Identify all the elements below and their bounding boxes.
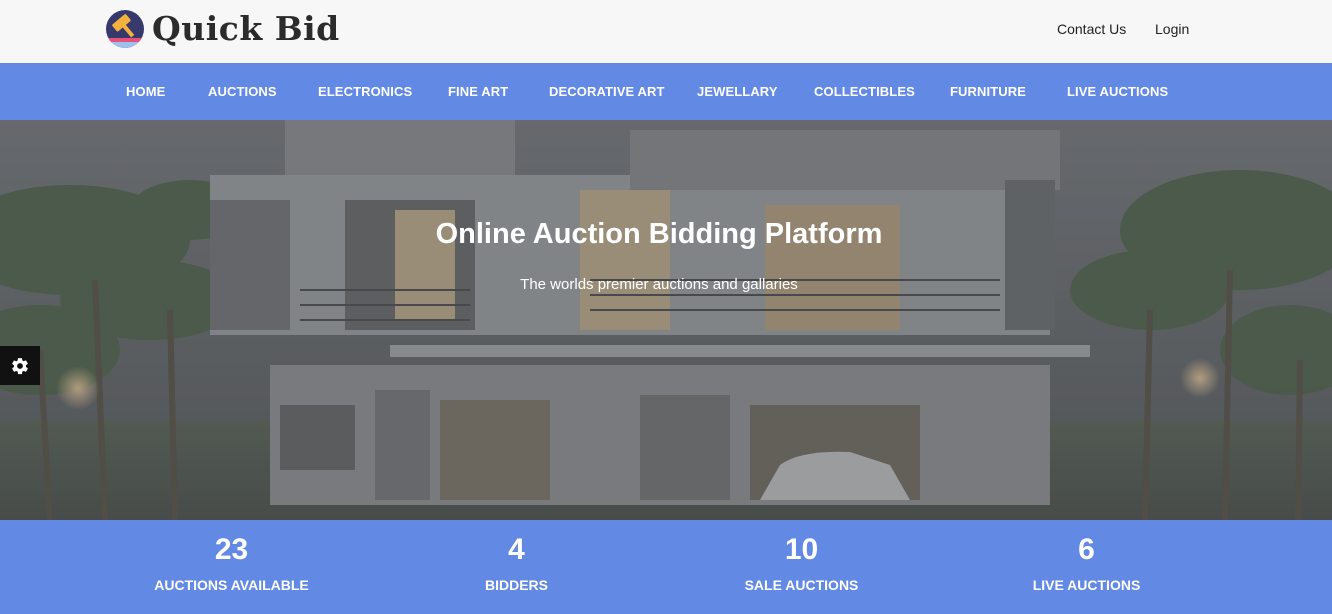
nav-fine-art[interactable]: FINE ART <box>448 63 508 120</box>
contact-us-link[interactable]: Contact Us <box>1057 20 1126 38</box>
stats-bar: 23 AUCTIONS AVAILABLE 4 BIDDERS 10 SALE … <box>0 520 1332 614</box>
gear-icon <box>12 357 28 374</box>
stat-auctions-available: 23 AUCTIONS AVAILABLE <box>89 520 374 614</box>
stat-label: BIDDERS <box>484 577 548 593</box>
stat-value: 23 <box>214 533 249 566</box>
gavel-icon <box>105 9 145 49</box>
stat-bidders: 4 BIDDERS <box>374 520 659 614</box>
main-nav: HOME AUCTIONS ELECTRONICS FINE ART DECOR… <box>0 63 1332 120</box>
stat-live-auctions: 6 LIVE AUCTIONS <box>944 520 1229 614</box>
settings-toggle-button[interactable] <box>0 346 40 385</box>
hero-subtitle: The worlds premier auctions and gallarie… <box>520 276 798 293</box>
stat-label: AUCTIONS AVAILABLE <box>154 577 309 593</box>
nav-jewellary[interactable]: JEWELLARY <box>697 63 778 120</box>
brand-name: Quick Bid <box>152 9 340 48</box>
nav-auctions[interactable]: AUCTIONS <box>208 63 277 120</box>
nav-electronics[interactable]: ELECTRONICS <box>318 63 412 120</box>
nav-home[interactable]: HOME <box>126 63 165 120</box>
stat-value: 6 <box>1078 533 1095 566</box>
top-bar: Quick Bid Contact Us Login <box>0 0 1332 63</box>
nav-collectibles[interactable]: COLLECTIBLES <box>814 63 915 120</box>
nav-decorative-art[interactable]: DECORATIVE ART <box>549 63 665 120</box>
login-link[interactable]: Login <box>1155 20 1189 38</box>
brand-logo[interactable]: Quick Bid <box>105 9 340 49</box>
stat-value: 10 <box>784 533 819 566</box>
hero-banner: Online Auction Bidding Platform The worl… <box>0 120 1332 520</box>
stat-label: SALE AUCTIONS <box>744 577 859 593</box>
stat-sale-auctions: 10 SALE AUCTIONS <box>659 520 944 614</box>
hero-title: Online Auction Bidding Platform <box>435 218 883 250</box>
stat-value: 4 <box>508 533 525 566</box>
stat-label: LIVE AUCTIONS <box>1032 577 1141 593</box>
nav-furniture[interactable]: FURNITURE <box>950 63 1026 120</box>
nav-live-auctions[interactable]: LIVE AUCTIONS <box>1067 63 1168 120</box>
